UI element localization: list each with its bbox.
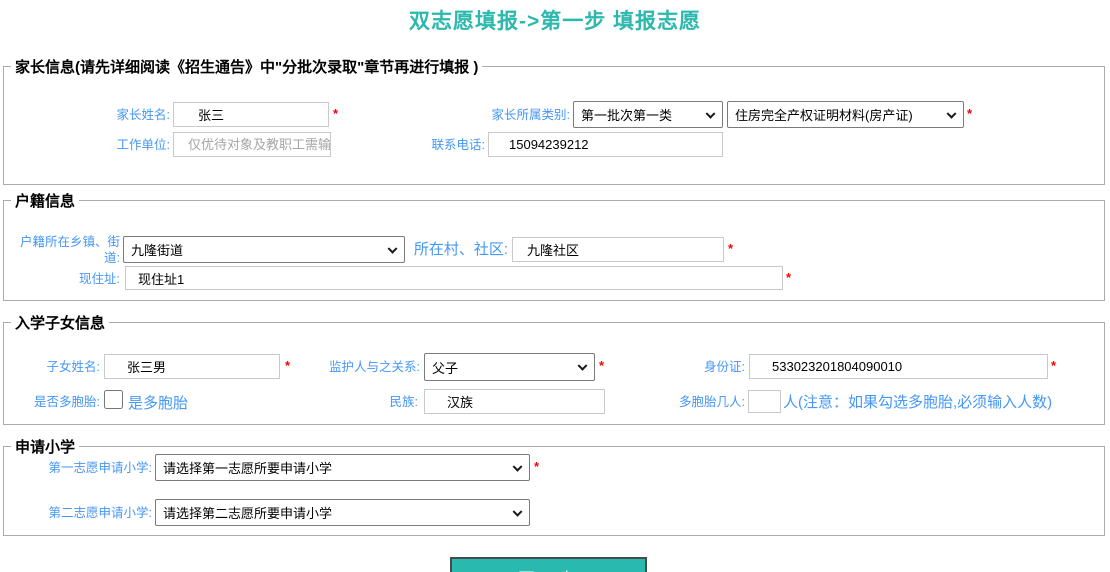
parent-category-required-marker: * xyxy=(967,106,972,121)
parent-category-material-select[interactable]: 住房完全产权证明材料(房产证) xyxy=(727,101,964,128)
phone-input[interactable] xyxy=(488,132,723,157)
second-choice-select[interactable]: 请选择第二志愿所要申请小学 xyxy=(155,499,530,526)
id-number-input[interactable] xyxy=(749,354,1048,379)
first-choice-select[interactable]: 请选择第一志愿所要申请小学 xyxy=(155,454,530,481)
next-step-button[interactable]: 下一步 xyxy=(450,557,647,572)
id-number-label: 身份证: xyxy=(665,359,745,375)
chevron-down-icon xyxy=(513,506,523,516)
school-apply-legend: 申请小学 xyxy=(11,436,79,457)
ethnicity-input[interactable] xyxy=(424,389,605,414)
child-name-required-marker: * xyxy=(285,358,290,373)
parent-name-label: 家长姓名: xyxy=(40,107,170,123)
parent-info-legend: 家长信息(请先详细阅读《招生通告》中"分批次录取"章节再进行填报 ) xyxy=(11,56,482,77)
multiple-birth-label: 是否多胞胎: xyxy=(20,394,100,410)
volunteer-form-page: 双志愿填报->第一步 填报志愿 家长信息(请先详细阅读《招生通告》中"分批次录取… xyxy=(0,0,1110,572)
relation-selected-option: 父子 xyxy=(432,358,458,377)
work-unit-label: 工作单位: xyxy=(40,137,170,153)
child-name-input[interactable] xyxy=(104,354,280,379)
multiple-count-label: 多胞胎几人: xyxy=(665,394,745,410)
work-unit-input[interactable] xyxy=(173,132,331,157)
child-name-label: 子女姓名: xyxy=(20,359,100,375)
multiple-birth-checkbox-label: 是多胞胎 xyxy=(128,392,188,413)
multiple-count-input[interactable] xyxy=(748,390,781,413)
ethnicity-label: 民族: xyxy=(338,394,418,410)
address-input[interactable] xyxy=(125,266,783,290)
relation-select[interactable]: 父子 xyxy=(424,353,595,381)
chevron-down-icon xyxy=(513,461,523,471)
township-selected-option: 九隆街道 xyxy=(131,240,183,259)
first-choice-selected-option: 请选择第一志愿所要申请小学 xyxy=(163,458,332,477)
township-select[interactable]: 九隆街道 xyxy=(123,236,405,263)
chevron-down-icon xyxy=(706,108,716,118)
parent-name-required-marker: * xyxy=(333,106,338,121)
chevron-down-icon xyxy=(947,108,957,118)
community-label: 所在村、社区: xyxy=(398,240,508,260)
parent-name-input[interactable] xyxy=(173,102,329,127)
community-input[interactable] xyxy=(512,237,724,262)
second-choice-selected-option: 请选择第二志愿所要申请小学 xyxy=(163,503,332,522)
multiple-count-note: 人(注意：如果勾选多胞胎,必须输入人数) xyxy=(783,391,1052,412)
address-required-marker: * xyxy=(786,270,791,285)
multiple-birth-checkbox[interactable] xyxy=(104,390,123,409)
address-label: 现住址: xyxy=(20,271,120,287)
household-info-legend: 户籍信息 xyxy=(11,190,79,211)
township-label: 户籍所在乡镇、街道: xyxy=(18,234,120,267)
relation-required-marker: * xyxy=(599,358,604,373)
page-title: 双志愿填报->第一步 填报志愿 xyxy=(0,5,1110,35)
chevron-down-icon xyxy=(578,361,588,371)
second-choice-label: 第二志愿申请小学: xyxy=(30,505,152,521)
first-choice-label: 第一志愿申请小学: xyxy=(30,460,152,476)
parent-category-selected-option: 第一批次第一类 xyxy=(581,105,672,124)
parent-category-select[interactable]: 第一批次第一类 xyxy=(573,101,723,128)
parent-category-label: 家长所属类别: xyxy=(440,107,570,123)
parent-category-material-selected-option: 住房完全产权证明材料(房产证) xyxy=(735,105,913,124)
chevron-down-icon xyxy=(388,243,398,253)
phone-label: 联系电话: xyxy=(355,137,485,153)
id-number-required-marker: * xyxy=(1051,358,1056,373)
community-required-marker: * xyxy=(728,241,733,256)
child-info-legend: 入学子女信息 xyxy=(11,312,109,333)
relation-label: 监护人与之关系: xyxy=(310,359,420,375)
first-choice-required-marker: * xyxy=(534,459,539,474)
